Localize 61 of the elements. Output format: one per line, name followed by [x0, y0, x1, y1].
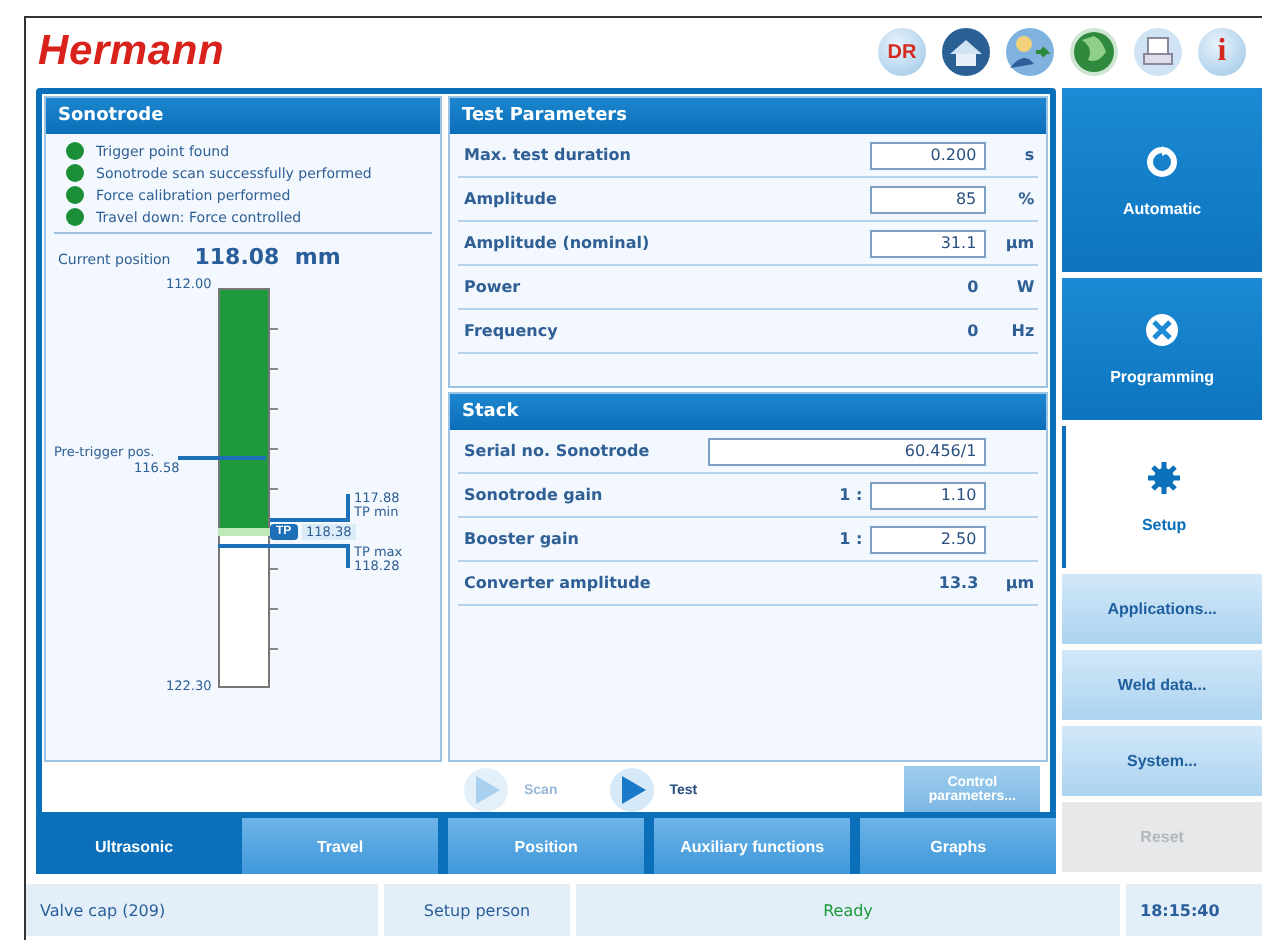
tab[interactable]: Graphs	[860, 818, 1057, 874]
parameter-label: Amplitude	[462, 190, 559, 208]
status-dot	[66, 186, 84, 204]
value-field[interactable]: 0.200	[870, 141, 987, 169]
parameter-label: Converter amplitude	[462, 574, 653, 592]
mode-label: Automatic	[1123, 199, 1202, 217]
ratio-prefix: 1 :	[837, 530, 865, 548]
play-icon	[609, 768, 654, 812]
menu-button[interactable]: Weld data...	[1062, 650, 1262, 720]
parameter-value: 0	[965, 278, 981, 296]
status-field: Setup person	[384, 884, 570, 936]
value-field[interactable]: 31.1	[870, 229, 987, 257]
settings-icon	[1146, 460, 1183, 496]
parameter-label: Max. test duration	[462, 146, 633, 164]
cross-circle-icon	[1144, 312, 1181, 348]
mode-label: Programming	[1110, 368, 1215, 386]
parameter-value: 13.3	[936, 574, 981, 592]
tab[interactable]: Auxiliary functions	[654, 818, 851, 874]
value-field[interactable]: 60.456/1	[708, 437, 987, 465]
unit-label: W	[1014, 278, 1037, 296]
unit-label: %	[1016, 190, 1037, 208]
brand-logo: Hermann	[38, 28, 227, 76]
mode-button[interactable]: Automatic	[1062, 88, 1262, 272]
status-dot	[66, 142, 84, 160]
tab[interactable]: Travel	[242, 818, 439, 874]
parameter-label: Power	[462, 278, 523, 296]
printer-icon[interactable]	[1134, 28, 1182, 76]
panel-title: Stack	[450, 394, 1047, 430]
current-position-value: 118.08 mm	[194, 244, 341, 270]
parameter-label: Frequency	[462, 322, 560, 340]
parameter-label: Booster gain	[462, 530, 581, 548]
info-button[interactable]: i	[1198, 28, 1246, 76]
panel-title: Test Parameters	[450, 98, 1047, 134]
menu-button[interactable]: System...	[1062, 726, 1262, 796]
parameter-value: 0	[965, 322, 981, 340]
value-field[interactable]: 85	[870, 185, 987, 213]
globe-icon[interactable]	[1070, 28, 1118, 76]
status-dot	[66, 164, 84, 182]
mode-button[interactable]: Programming	[1062, 278, 1262, 420]
ratio-prefix: 1 :	[837, 486, 865, 504]
status-field: Valve cap (209)	[26, 884, 378, 936]
dr-button[interactable]: DR	[878, 28, 926, 76]
value-field[interactable]: 1.10	[870, 481, 987, 509]
status-field: Ready	[576, 884, 1120, 936]
unit-label: µm	[1003, 574, 1037, 592]
mode-label: Setup	[1141, 516, 1187, 534]
value-field[interactable]: 2.50	[870, 525, 987, 553]
status-field: 18:15:40	[1126, 884, 1262, 936]
marker-line	[178, 456, 266, 460]
parameter-label: Serial no. Sonotrode	[462, 442, 652, 460]
house-icon[interactable]	[942, 28, 990, 76]
unit-label: s	[1022, 146, 1037, 164]
status-dot	[66, 208, 84, 226]
panel-title: Sonotrode	[46, 98, 440, 134]
unit-label: µm	[1003, 234, 1037, 252]
play-icon	[464, 768, 508, 812]
unit-label: Hz	[1009, 322, 1037, 340]
parameter-label: Sonotrode gain	[462, 486, 605, 504]
menu-button[interactable]: Applications...	[1062, 574, 1262, 644]
parameter-label: Amplitude (nominal)	[462, 234, 652, 252]
tab[interactable]: Position	[448, 818, 645, 874]
